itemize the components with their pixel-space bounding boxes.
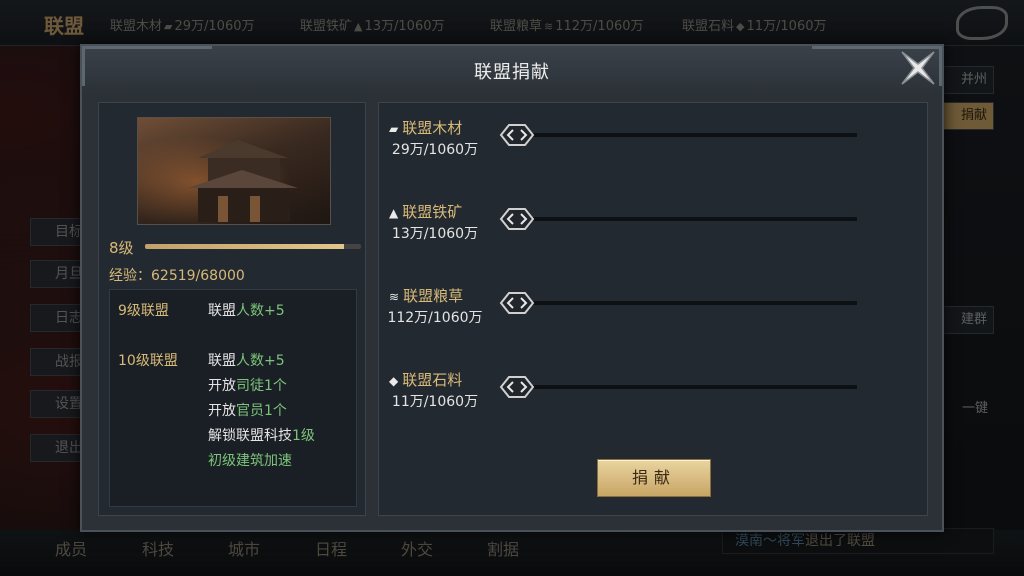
stone-icon: ◆ [389, 374, 399, 388]
level-9-perk: 联盟人数+5 [208, 303, 285, 319]
grain-icon: ≋ [389, 290, 400, 304]
donate-row-wood: ▰ 联盟木材 29万/1060万 [379, 117, 927, 177]
donate-slider-track[interactable] [507, 301, 857, 305]
level-benefits-list: 9级联盟 联盟人数+5 10级联盟 联盟人数+5 开放司徒1个 开放官员1个 解… [109, 289, 357, 507]
resource-amount: 13万/1060万 [391, 226, 479, 242]
level-10-perk: 联盟人数+5 [208, 353, 285, 369]
slider-arrows-icon [499, 208, 535, 230]
resource-amount: 29万/1060万 [391, 142, 479, 158]
wood-icon: ▰ [389, 122, 399, 136]
alliance-building-image [137, 117, 331, 225]
resource-name: ▰ 联盟木材 [389, 119, 463, 137]
slider-arrows-icon [499, 376, 535, 398]
resource-amount: 11万/1060万 [391, 394, 479, 410]
slider-arrows-icon [499, 292, 535, 314]
palace-icon [188, 140, 298, 222]
donate-slider-handle[interactable] [497, 375, 537, 399]
alliance-donate-dialog: 联盟捐献 8级 经验：62519/68000 9级联盟 联盟人数+5 10级联盟… [80, 44, 944, 532]
donation-panel: ▰ 联盟木材 29万/1060万 ▲ 联盟铁矿 13万/1060万 ≋ 联盟粮草 11… [378, 102, 928, 516]
donate-slider-track[interactable] [507, 385, 857, 389]
donate-row-ore: ▲ 联盟铁矿 13万/1060万 [379, 201, 927, 261]
alliance-level: 8级 [109, 239, 134, 257]
resource-name: ▲ 联盟铁矿 [389, 203, 463, 221]
level-10-perk: 解锁联盟科技1级 [208, 428, 315, 444]
resource-name: ◆ 联盟石料 [389, 371, 463, 389]
slider-arrows-icon [499, 124, 535, 146]
dialog-header: 联盟捐献 [82, 46, 942, 94]
xp-progress-bar [145, 244, 361, 249]
dialog-title: 联盟捐献 [474, 62, 550, 83]
xp-progress-fill [145, 244, 344, 249]
donate-slider-track[interactable] [507, 133, 857, 137]
level-9-name: 9级联盟 [118, 303, 169, 319]
resource-amount: 112万/1060万 [387, 310, 483, 326]
resource-name: ≋ 联盟粮草 [389, 287, 464, 305]
level-10-name: 10级联盟 [118, 353, 178, 369]
level-10-perk: 初级建筑加速 [208, 453, 292, 469]
xp-text: 经验：62519/68000 [109, 268, 245, 284]
donate-slider-handle[interactable] [497, 123, 537, 147]
donate-button[interactable]: 捐献 [597, 459, 711, 497]
donate-slider-handle[interactable] [497, 207, 537, 231]
level-10-perk: 开放官员1个 [208, 403, 287, 419]
close-button[interactable] [896, 46, 940, 90]
donate-row-grain: ≋ 联盟粮草 112万/1060万 [379, 285, 927, 345]
donate-slider-track[interactable] [507, 217, 857, 221]
donate-slider-handle[interactable] [497, 291, 537, 315]
donate-row-stone: ◆ 联盟石料 11万/1060万 [379, 369, 927, 429]
close-icon [901, 51, 935, 85]
alliance-info-panel: 8级 经验：62519/68000 9级联盟 联盟人数+5 10级联盟 联盟人数… [98, 102, 366, 516]
level-10-perk: 开放司徒1个 [208, 378, 287, 394]
ore-icon: ▲ [389, 206, 399, 220]
